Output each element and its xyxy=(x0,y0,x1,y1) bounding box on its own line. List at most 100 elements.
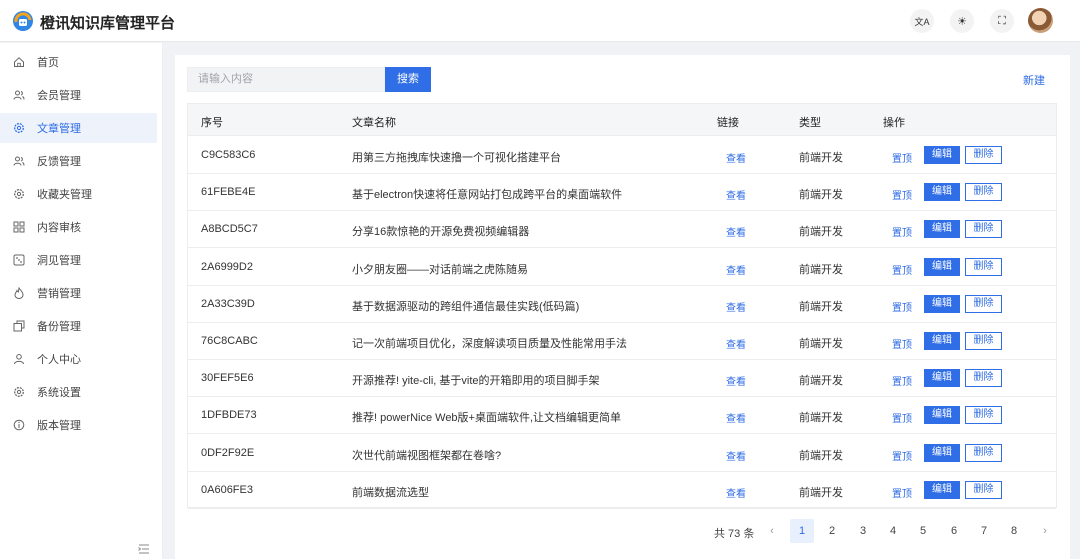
delete-button[interactable]: 删除 xyxy=(965,257,1002,276)
edit-button[interactable]: 编辑 xyxy=(924,294,960,313)
view-link[interactable]: 查看 xyxy=(726,373,746,388)
edit-button[interactable]: 编辑 xyxy=(924,257,960,276)
view-link[interactable]: 查看 xyxy=(726,410,746,425)
page-7-button[interactable]: 7 xyxy=(972,519,996,543)
article-type: 前端开发 xyxy=(799,263,843,276)
sidebar-item-favorites[interactable]: 收藏夹管理 xyxy=(0,179,157,209)
view-link[interactable]: 查看 xyxy=(726,485,746,500)
page-4-button[interactable]: 4 xyxy=(881,519,905,543)
delete-button[interactable]: 删除 xyxy=(965,443,1002,462)
page-8-button[interactable]: 8 xyxy=(1002,519,1026,543)
sidebar-item-marketing[interactable]: 营销管理 xyxy=(0,278,157,308)
table-header: 序号 文章名称 链接 类型 操作 xyxy=(188,104,1056,136)
page-1-button[interactable]: 1 xyxy=(790,519,814,543)
avatar[interactable] xyxy=(1028,8,1053,33)
sidebar-item-label: 文章管理 xyxy=(37,123,81,135)
gear-icon xyxy=(12,121,26,135)
page-5-button[interactable]: 5 xyxy=(911,519,935,543)
delete-button[interactable]: 删除 xyxy=(965,183,1002,202)
next-page-button[interactable]: › xyxy=(1033,519,1057,543)
sidebar-item-review[interactable]: 内容审核 xyxy=(0,212,157,242)
column-header-title: 文章名称 xyxy=(352,117,396,129)
sidebar-item-label: 洞见管理 xyxy=(37,255,81,267)
delete-button[interactable]: 删除 xyxy=(965,369,1002,388)
pin-top-button[interactable]: 置顶 xyxy=(892,299,912,314)
edit-button[interactable]: 编辑 xyxy=(924,480,960,499)
pin-top-button[interactable]: 置顶 xyxy=(892,410,912,425)
dice-icon xyxy=(12,253,26,267)
article-title: 前端数据流选型 xyxy=(352,486,429,499)
search-input[interactable]: 请输入内容 xyxy=(187,67,385,92)
pin-top-button[interactable]: 置顶 xyxy=(892,485,912,500)
edit-button[interactable]: 编辑 xyxy=(924,369,960,388)
edit-button[interactable]: 编辑 xyxy=(924,183,960,202)
sidebar-item-profile[interactable]: 个人中心 xyxy=(0,344,157,374)
sidebar-item-members[interactable]: 会员管理 xyxy=(0,80,157,110)
article-type: 前端开发 xyxy=(799,375,843,388)
fullscreen-button[interactable]: ⛶ xyxy=(990,9,1014,33)
pin-top-button[interactable]: 置顶 xyxy=(892,262,912,277)
sidebar-item-label: 首页 xyxy=(37,57,59,69)
pagination-total: 共 73 条 xyxy=(714,528,755,540)
sidebar-item-backup[interactable]: 备份管理 xyxy=(0,311,157,341)
view-link[interactable]: 查看 xyxy=(726,299,746,314)
view-link[interactable]: 查看 xyxy=(726,150,746,165)
page-6-button[interactable]: 6 xyxy=(942,519,966,543)
sidebar-item-settings[interactable]: 系统设置 xyxy=(0,377,157,407)
view-link[interactable]: 查看 xyxy=(726,336,746,351)
page-3-button[interactable]: 3 xyxy=(851,519,875,543)
collapse-sidebar-icon[interactable] xyxy=(137,543,151,555)
article-type: 前端开发 xyxy=(799,152,843,164)
sidebar-item-versions[interactable]: 版本管理 xyxy=(0,410,157,440)
delete-button[interactable]: 删除 xyxy=(965,294,1002,313)
article-id: 0A606FE3 xyxy=(201,483,253,496)
delete-button[interactable]: 删除 xyxy=(965,406,1002,425)
sidebar-item-home[interactable]: 首页 xyxy=(0,47,157,77)
sidebar-item-insights[interactable]: 洞见管理 xyxy=(0,245,157,275)
table-row: A8BCD5C7 分享16款惊艳的开源免费视频编辑器 查看 前端开发 置顶 编辑 删除 xyxy=(188,211,1056,249)
delete-button[interactable]: 删除 xyxy=(965,220,1002,239)
pin-top-button[interactable]: 置顶 xyxy=(892,187,912,202)
article-type: 前端开发 xyxy=(799,412,843,425)
delete-button[interactable]: 删除 xyxy=(965,480,1002,499)
sidebar-item-articles[interactable]: 文章管理 xyxy=(0,113,157,143)
table-row: 61FEBE4E 基于electron快速将任意网站打包成跨平台的桌面端软件 查看 前… xyxy=(188,174,1056,212)
sidebar-item-label: 收藏夹管理 xyxy=(37,189,92,201)
edit-button[interactable]: 编辑 xyxy=(924,406,960,425)
view-link[interactable]: 查看 xyxy=(726,262,746,277)
article-id: 1DFBDE73 xyxy=(201,409,257,422)
view-link[interactable]: 查看 xyxy=(726,224,746,239)
view-link[interactable]: 查看 xyxy=(726,448,746,463)
prev-page-button[interactable]: ‹ xyxy=(760,519,784,543)
pin-top-button[interactable]: 置顶 xyxy=(892,448,912,463)
translate-button[interactable]: 文A xyxy=(910,9,934,33)
edit-button[interactable]: 编辑 xyxy=(924,443,960,462)
table-row: 76C8CABC 记一次前端项目优化，深度解读项目质量及性能常用手法 查看 前端开发 置… xyxy=(188,323,1056,360)
pin-top-button[interactable]: 置顶 xyxy=(892,150,912,165)
edit-button[interactable]: 编辑 xyxy=(924,146,960,164)
translate-icon: 文A xyxy=(914,16,930,27)
article-type: 前端开发 xyxy=(799,338,843,350)
page-2-button[interactable]: 2 xyxy=(820,519,844,543)
article-id: A8BCD5C7 xyxy=(201,223,258,236)
view-link[interactable]: 查看 xyxy=(726,187,746,202)
search-button[interactable]: 搜索 xyxy=(385,67,431,92)
article-type: 前端开发 xyxy=(799,189,843,202)
article-type: 前端开发 xyxy=(799,486,843,499)
pin-top-button[interactable]: 置顶 xyxy=(892,373,912,388)
sidebar-item-label: 营销管理 xyxy=(37,288,81,300)
article-id: 2A6999D2 xyxy=(201,260,253,273)
article-title: 基于electron快速将任意网站打包成跨平台的桌面端软件 xyxy=(352,189,623,202)
table-row: 2A33C39D 基于数据源驱动的跨组件通信最佳实践(低码篇) 查看 前端开发 置顶 编辑… xyxy=(188,286,1056,323)
edit-button[interactable]: 编辑 xyxy=(924,220,960,239)
theme-button[interactable]: ☀ xyxy=(950,9,974,33)
new-button[interactable]: 新建 xyxy=(1023,72,1045,88)
delete-button[interactable]: 删除 xyxy=(965,146,1002,164)
delete-button[interactable]: 删除 xyxy=(965,332,1002,350)
pin-top-button[interactable]: 置顶 xyxy=(892,224,912,239)
article-title: 用第三方拖拽库快速撸一个可视化搭建平台 xyxy=(352,152,561,164)
edit-button[interactable]: 编辑 xyxy=(924,332,960,350)
pin-top-button[interactable]: 置顶 xyxy=(892,336,912,351)
sidebar-item-feedback[interactable]: 反馈管理 xyxy=(0,146,157,176)
article-title: 开源推荐! yite-cli, 基于vite的开箱即用的项目脚手架 xyxy=(352,375,600,388)
